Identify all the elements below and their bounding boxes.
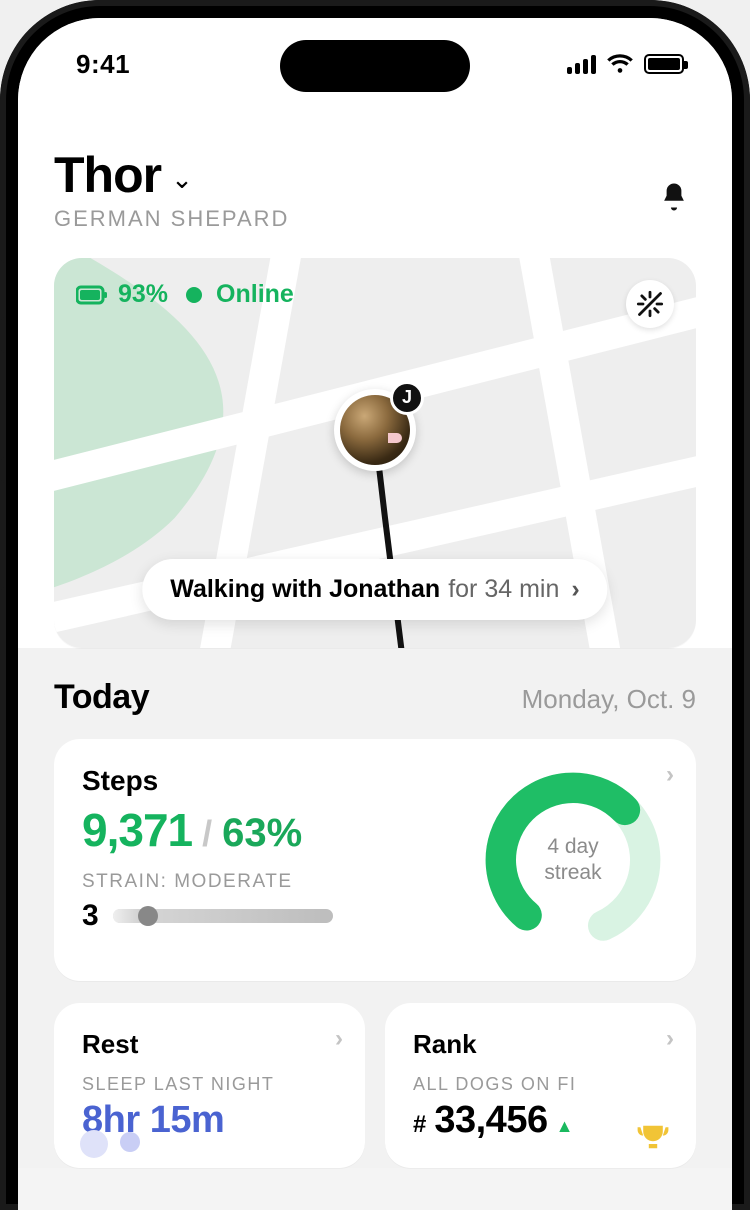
steps-divider: / (202, 813, 212, 855)
rest-sub: SLEEP LAST NIGHT (82, 1074, 337, 1095)
rank-title: Rank (413, 1029, 668, 1060)
battery-icon (644, 54, 684, 74)
collar-battery-value: 93% (118, 280, 168, 309)
pet-name: Thor (54, 146, 161, 204)
rest-card[interactable]: › Rest SLEEP LAST NIGHT 8hr 15m (54, 1003, 365, 1168)
steps-ring: 4 day streak (478, 765, 668, 955)
rest-title: Rest (82, 1029, 337, 1060)
strain-value: 3 (82, 899, 99, 933)
collar-status: 93% Online (76, 280, 294, 309)
steps-percent: 63% (222, 811, 302, 856)
today-header: Today Monday, Oct. 9 (54, 678, 696, 717)
notifications-button[interactable] (652, 175, 696, 219)
today-title: Today (54, 678, 149, 717)
wifi-icon (606, 53, 634, 75)
online-dot-icon (186, 287, 202, 303)
phone-frame: 9:41 Thor ⌄ GERMAN SHEPARD (0, 0, 750, 1210)
chevron-right-icon: › (335, 1025, 343, 1053)
rank-value: 33,456 (434, 1099, 547, 1142)
streak-line2: streak (544, 860, 601, 886)
pet-breed: GERMAN SHEPARD (54, 206, 289, 232)
moon-icon (80, 1128, 150, 1158)
locate-button[interactable] (626, 280, 674, 328)
collar-status-label: Online (216, 280, 294, 309)
dynamic-island (280, 40, 470, 92)
owner-badge: J (390, 381, 424, 415)
trend-up-icon: ▲ (556, 1116, 574, 1137)
chevron-right-icon: › (571, 575, 579, 604)
activity-pill[interactable]: Walking with Jonathan for 34 min › (142, 559, 607, 620)
chevron-down-icon: ⌄ (171, 164, 193, 195)
steps-title: Steps (82, 765, 458, 797)
today-date: Monday, Oct. 9 (522, 684, 696, 715)
streak-line1: 4 day (547, 834, 598, 860)
map-card[interactable]: 93% Online (54, 258, 696, 648)
locate-off-icon (636, 290, 664, 318)
activity-main: Walking with Jonathan (170, 575, 440, 604)
rank-card[interactable]: › Rank ALL DOGS ON FI # 33,456 ▲ (385, 1003, 696, 1168)
bell-icon (659, 181, 689, 213)
steps-card[interactable]: › Steps 9,371 / 63% STRAIN: MODERATE 3 (54, 739, 696, 981)
strain-slider (113, 909, 333, 923)
strain-label: STRAIN: MODERATE (82, 871, 458, 893)
trophy-icon (636, 1123, 670, 1156)
activity-sub: for 34 min (448, 575, 559, 604)
pet-selector[interactable]: Thor ⌄ (54, 146, 289, 204)
rank-hash: # (413, 1111, 426, 1139)
steps-count: 9,371 (82, 803, 192, 857)
chevron-right-icon: › (666, 1025, 674, 1053)
rank-sub: ALL DOGS ON FI (413, 1074, 668, 1095)
cellular-icon (567, 54, 596, 74)
pet-marker[interactable]: J (334, 389, 416, 471)
screen: 9:41 Thor ⌄ GERMAN SHEPARD (18, 18, 732, 1210)
status-time: 9:41 (76, 49, 130, 80)
collar-battery-icon (76, 285, 108, 305)
